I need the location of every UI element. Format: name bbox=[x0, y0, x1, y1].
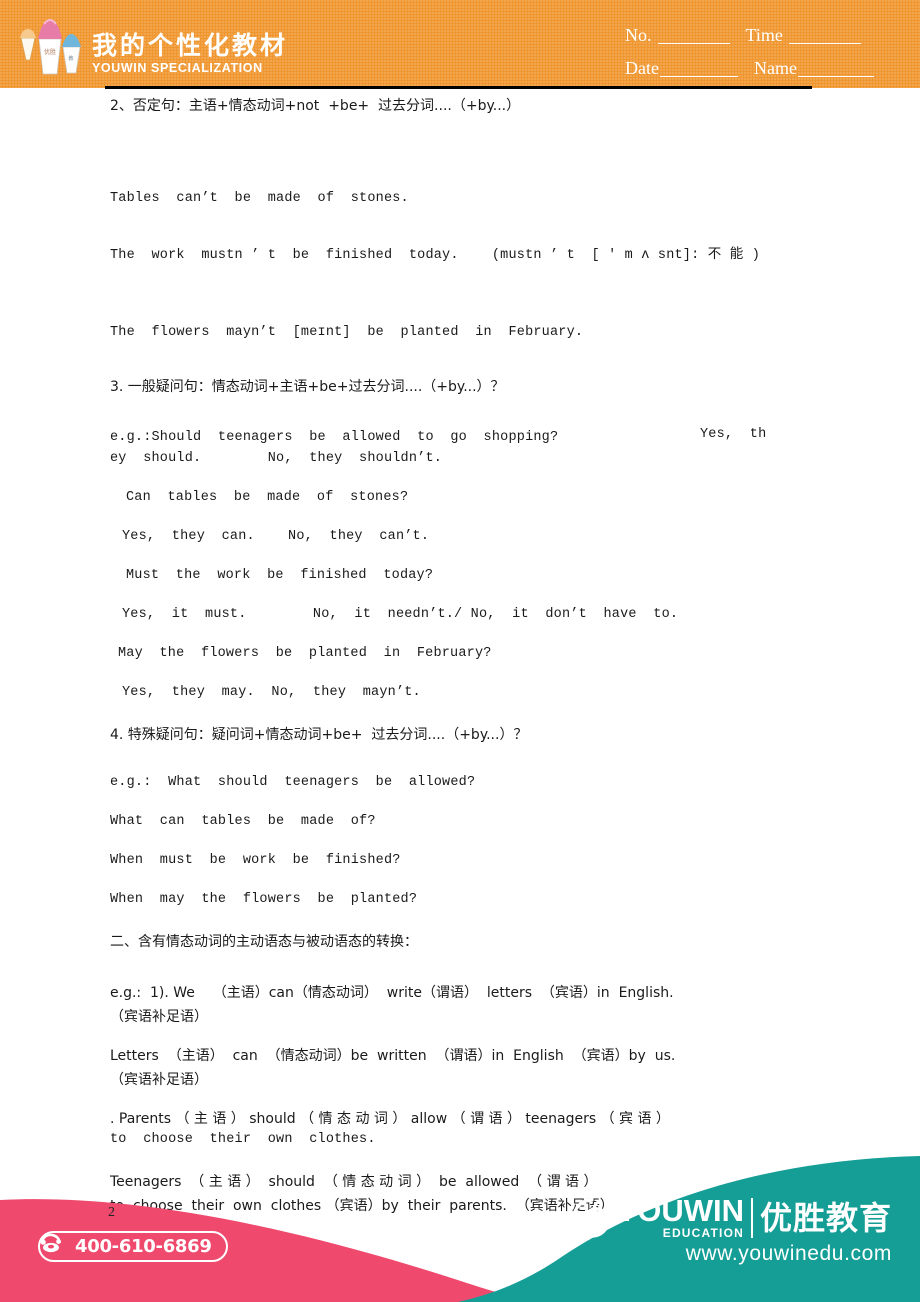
example-letters-written-cont: （宾语补足语） bbox=[110, 1072, 208, 1088]
field-no-input-line[interactable] bbox=[657, 29, 730, 44]
example-letters-written: Letters （主语） can （情态动词）be written （谓语）in… bbox=[110, 1048, 676, 1064]
field-time: Time bbox=[746, 26, 861, 44]
example-should-teenagers-tail: Yes, th bbox=[700, 427, 767, 442]
heading-special-question: 4. 特殊疑问句：疑问词+情态动词+be+ 过去分词....（+by...）？ bbox=[110, 727, 528, 743]
field-date-label: Date bbox=[625, 58, 659, 78]
example-when-must-work: When must be work be finished? bbox=[110, 853, 401, 868]
answer-yes-it-must: Yes, it must. No, it needn’t./ No, it do… bbox=[122, 607, 679, 622]
field-time-input-line[interactable] bbox=[788, 29, 861, 44]
brand-logo: 优胜 教 我的个性化教材 YOUWIN SPECIALIZATION bbox=[18, 14, 288, 78]
example-flowers-maynt: The flowers mayn’t [meɪnt] be planted in… bbox=[110, 325, 584, 340]
education-text: EDUCATION bbox=[662, 1225, 744, 1240]
example-should-teenagers: e.g.:Should teenagers be allowed to go s… bbox=[0, 427, 920, 451]
answer-yes-they-may: Yes, they may. No, they mayn’t. bbox=[122, 685, 421, 700]
footer-brand: YOUWIN EDUCATION 优胜教育 www.youwinedu.com bbox=[571, 1195, 892, 1266]
field-time-label: Time bbox=[745, 25, 783, 45]
example-we-can-write-cont: （宾语补足语） bbox=[110, 1009, 208, 1025]
question-may-flowers: May the flowers be planted in February? bbox=[118, 646, 492, 661]
website-url[interactable]: www.youwinedu.com bbox=[571, 1242, 892, 1266]
field-name-label: Name bbox=[753, 58, 797, 78]
field-name: Name bbox=[754, 59, 874, 77]
example-what-can-tables: What can tables be made of? bbox=[110, 814, 376, 829]
page-number: 2 bbox=[108, 1205, 115, 1220]
header-divider bbox=[105, 86, 812, 89]
example-should-teenagers-main: e.g.:Should teenagers be allowed to go s… bbox=[110, 430, 559, 445]
svg-text:教: 教 bbox=[68, 55, 73, 62]
example-work-mustnt: The work mustn ’ t be finished today. (m… bbox=[110, 248, 760, 263]
telephone-icon bbox=[40, 1233, 70, 1257]
svg-text:优胜: 优胜 bbox=[44, 48, 56, 56]
header-field-row-2: Date Name bbox=[625, 53, 895, 77]
footer-brand-row: YOUWIN EDUCATION 优胜教育 bbox=[571, 1195, 892, 1240]
heading-negative-sentence: 2、否定句：主语+情态动词+not +be+ 过去分词....（+by...） bbox=[110, 98, 521, 114]
field-no-label: No. bbox=[625, 25, 652, 45]
youwin-swirl-logo-icon bbox=[571, 1197, 613, 1239]
field-name-input-line[interactable] bbox=[797, 62, 874, 77]
brand-title-cn: 我的个性化教材 bbox=[92, 30, 289, 60]
example-when-may-flowers: When may the flowers be planted? bbox=[110, 892, 418, 907]
header-form-fields: No. Time Date Name bbox=[625, 20, 895, 86]
example-parents-allow: . Parents （ 主 语 ） should （ 情 态 动 词 ） all… bbox=[110, 1111, 670, 1127]
heading-voice-conversion: 二、含有情态动词的主动语态与被动语态的转换： bbox=[110, 934, 418, 950]
example-what-should: e.g.: What should teenagers be allowed? bbox=[110, 775, 476, 790]
brand-divider bbox=[750, 1198, 753, 1238]
field-date: Date bbox=[625, 59, 738, 77]
phone-number[interactable]: 400-610-6869 bbox=[75, 1236, 212, 1257]
field-date-input-line[interactable] bbox=[659, 62, 738, 77]
example-tables-cant: Tables can’t be made of stones. bbox=[110, 191, 409, 206]
answer-they-should: ey should. No, they shouldn’t. bbox=[110, 451, 443, 466]
answer-yes-they-can: Yes, they can. No, they can’t. bbox=[122, 529, 430, 544]
brand-subtitle-en: YOUWIN SPECIALIZATION bbox=[92, 61, 263, 75]
page-footer: 400-610-6869 YOUWIN EDUCATION 优胜教育 www.y… bbox=[0, 1142, 920, 1302]
header-field-row-1: No. Time bbox=[625, 20, 895, 44]
youwin-wordmark: YOUWIN EDUCATION bbox=[617, 1195, 744, 1240]
example-we-can-write: e.g.: 1). We （主语）can（情态动词） write（谓语） let… bbox=[110, 985, 674, 1001]
phone-badge: 400-610-6869 bbox=[38, 1231, 228, 1262]
field-no: No. bbox=[625, 26, 730, 44]
heading-general-question: 3. 一般疑问句：情态动词+主语+be+过去分词....（+by...）？ bbox=[110, 379, 505, 395]
question-can-tables: Can tables be made of stones? bbox=[126, 490, 409, 505]
question-must-work: Must the work be finished today? bbox=[126, 568, 434, 583]
document-content: 2、否定句：主语+情态动词+not +be+ 过去分词....（+by...） … bbox=[0, 95, 920, 1219]
brand-cn-text: 优胜教育 bbox=[759, 1199, 892, 1237]
youwin-text: YOUWIN bbox=[616, 1192, 744, 1228]
brand-text: 我的个性化教材 YOUWIN SPECIALIZATION bbox=[92, 30, 289, 78]
ice-cream-cups-icon: 优胜 教 bbox=[18, 16, 84, 78]
page-header: 优胜 教 我的个性化教材 YOUWIN SPECIALIZATION No. T… bbox=[0, 0, 920, 88]
worksheet-page: 优胜 教 我的个性化教材 YOUWIN SPECIALIZATION No. T… bbox=[0, 0, 920, 1302]
